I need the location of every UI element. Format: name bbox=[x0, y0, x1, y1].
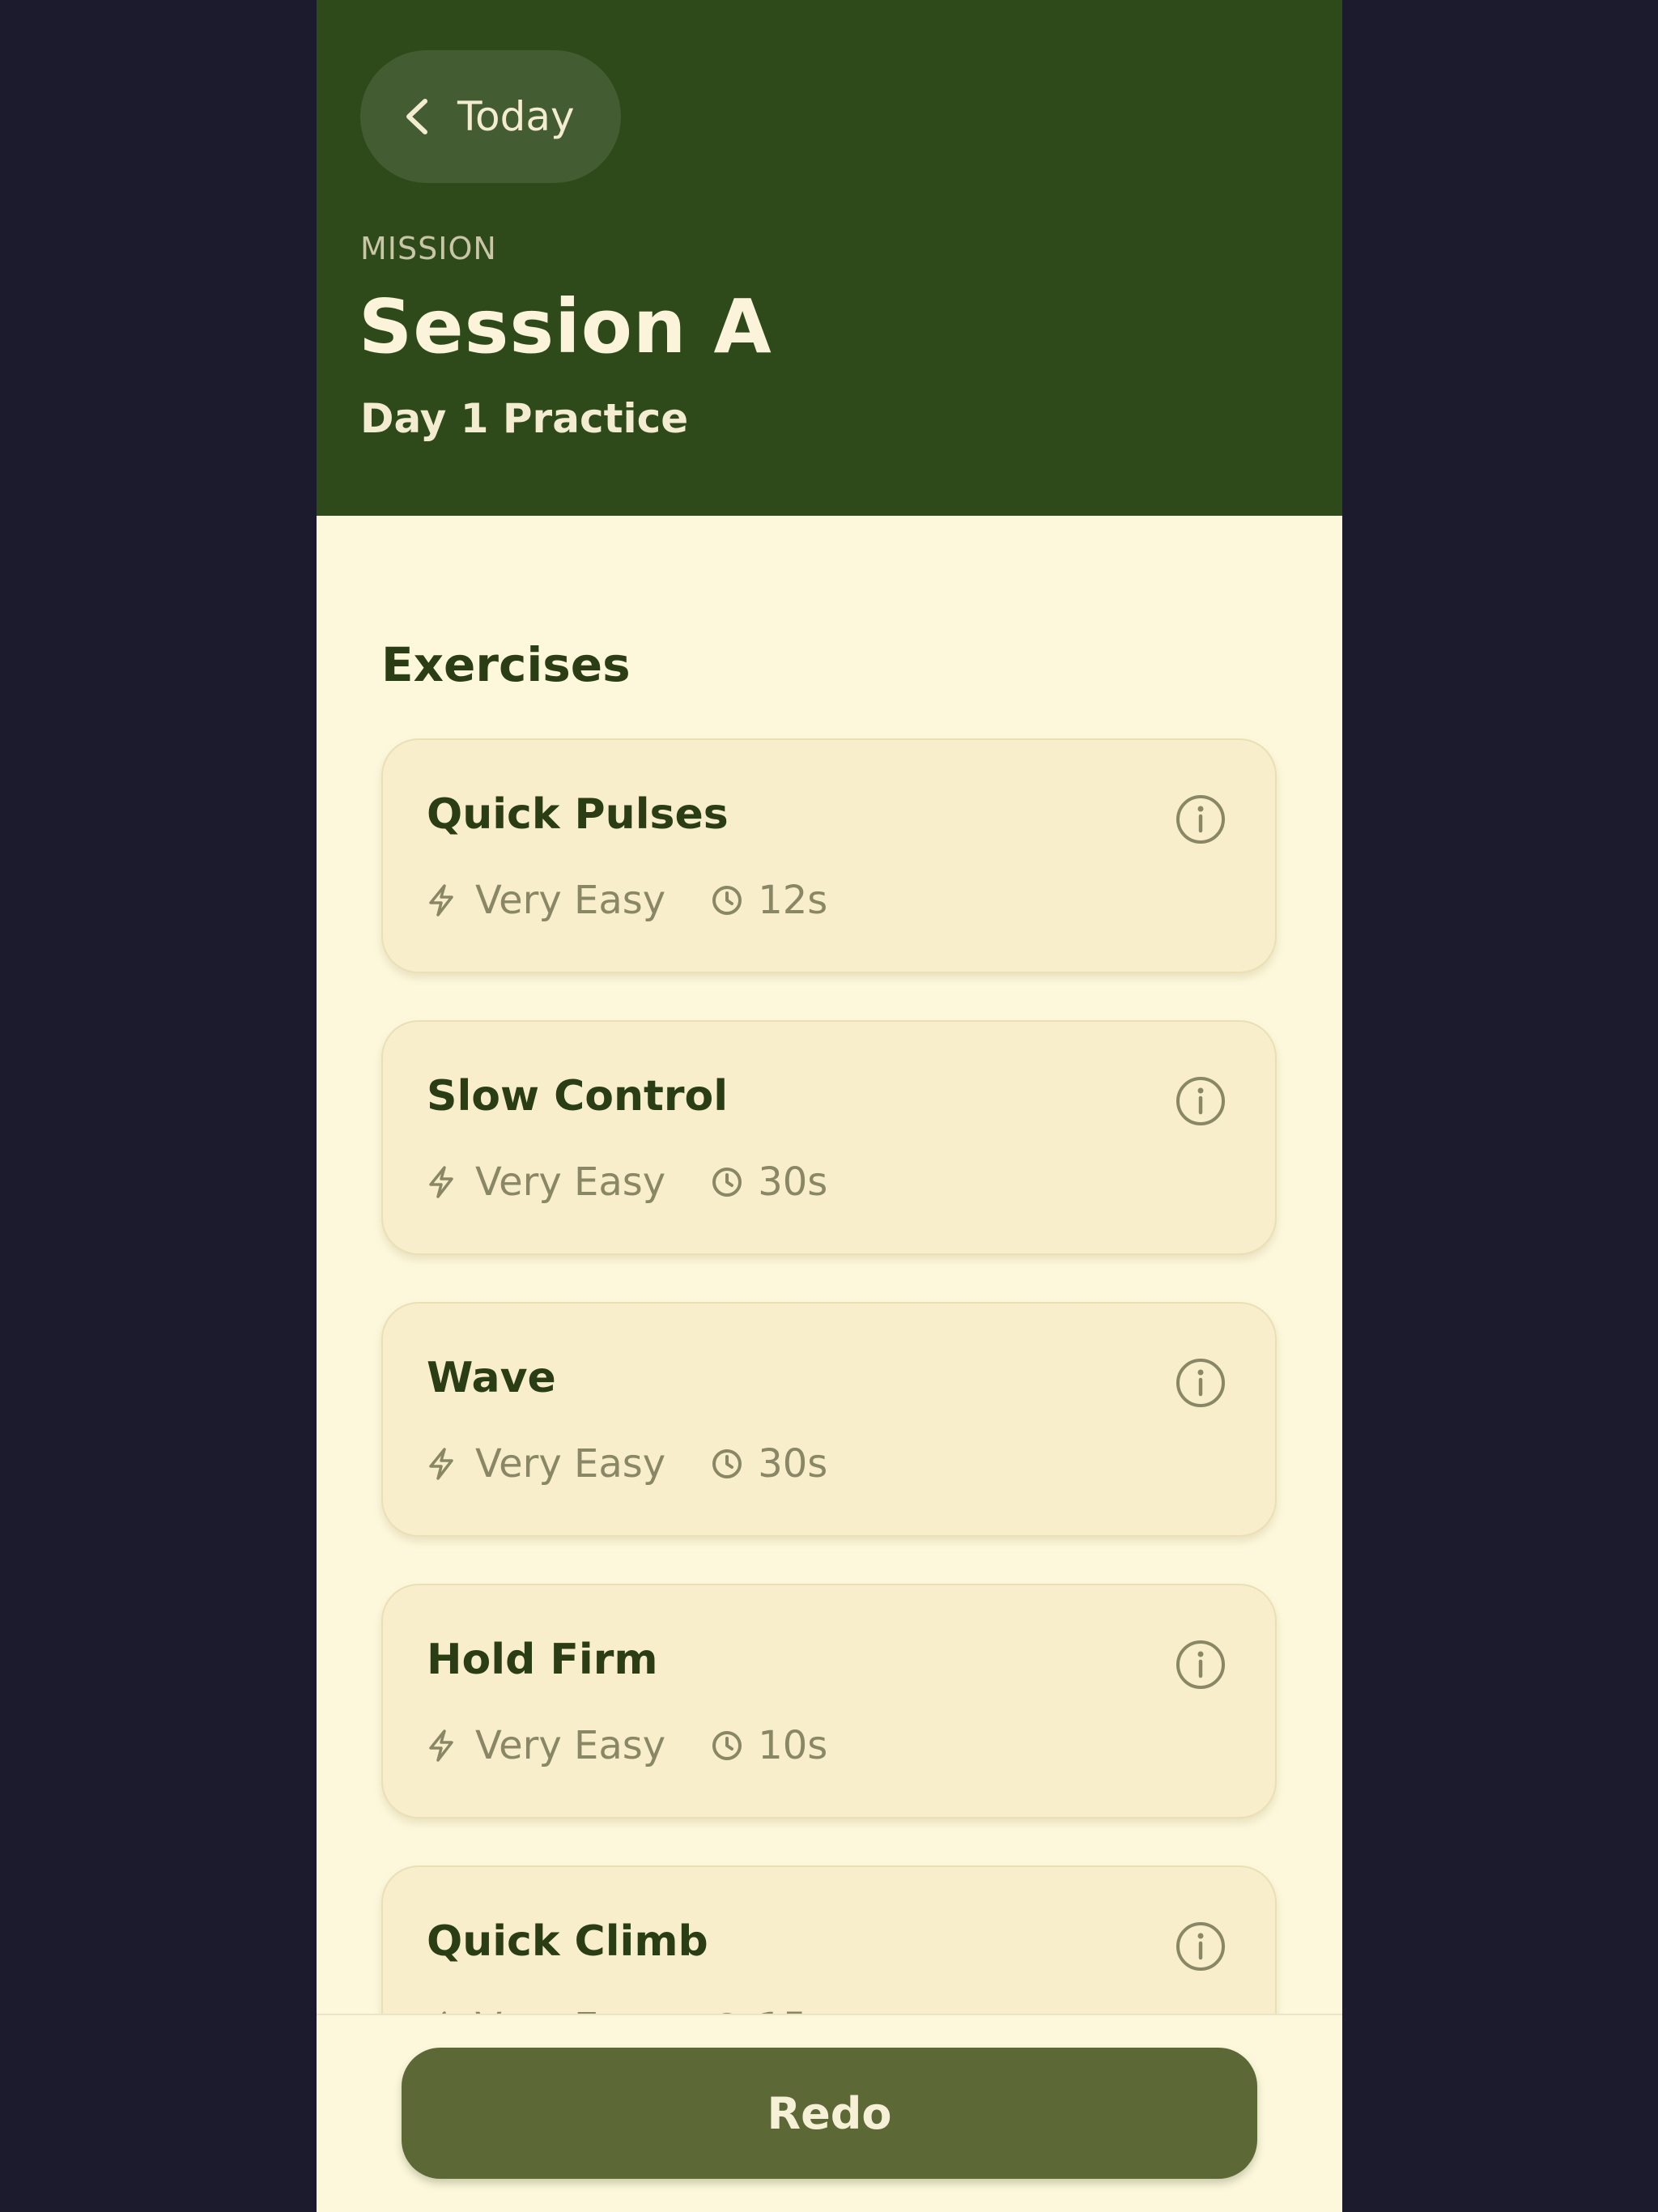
exercise-card[interactable]: Quick Pulses Very Easy 12s bbox=[381, 738, 1277, 973]
difficulty-label: Very Easy bbox=[475, 1723, 666, 1768]
exercise-card[interactable]: Hold Firm Very Easy 10s bbox=[381, 1584, 1277, 1819]
exercise-card[interactable]: Slow Control Very Easy 30s bbox=[381, 1020, 1277, 1255]
exercise-name: Slow Control bbox=[427, 1072, 729, 1121]
info-icon[interactable] bbox=[1175, 1921, 1226, 1972]
exercise-name: Quick Climb bbox=[427, 1917, 708, 1966]
exercise-meta: Very Easy 10s bbox=[427, 1721, 827, 1770]
section-title: Exercises bbox=[381, 637, 631, 692]
chevron-left-icon bbox=[406, 99, 427, 134]
exercise-meta: Very Easy 30s bbox=[427, 1440, 827, 1488]
back-button[interactable]: Today bbox=[360, 50, 621, 183]
info-icon[interactable] bbox=[1175, 1075, 1226, 1127]
duration-label: 15s bbox=[758, 2005, 827, 2014]
difficulty-label: Very Easy bbox=[475, 1441, 666, 1487]
lightning-icon bbox=[429, 1729, 453, 1762]
lightning-icon bbox=[429, 1166, 453, 1198]
back-button-label: Today bbox=[457, 93, 575, 140]
lightning-icon bbox=[429, 1448, 453, 1480]
exercise-name: Hold Firm bbox=[427, 1636, 658, 1684]
difficulty-label: Very Easy bbox=[475, 878, 666, 923]
duration-label: 30s bbox=[758, 1159, 828, 1205]
info-icon[interactable] bbox=[1175, 793, 1226, 845]
exercise-card[interactable]: Wave Very Easy 30s bbox=[381, 1302, 1277, 1537]
info-icon[interactable] bbox=[1175, 1357, 1226, 1409]
exercise-card[interactable]: Quick Climb Very Easy 15s bbox=[381, 1865, 1277, 2014]
duration-label: 10s bbox=[758, 1723, 828, 1768]
clock-icon bbox=[712, 1168, 742, 1197]
clock-icon bbox=[712, 886, 742, 915]
exercise-meta: Very Easy 30s bbox=[427, 1158, 827, 1206]
exercise-name: Quick Pulses bbox=[427, 790, 729, 839]
difficulty-label: Very Easy bbox=[475, 2005, 665, 2014]
mission-eyebrow: MISSION bbox=[360, 231, 497, 266]
info-icon[interactable] bbox=[1175, 1639, 1226, 1691]
app-screen: Today MISSION Session A Day 1 Practice E… bbox=[317, 0, 1342, 2212]
exercise-meta: Very Easy 12s bbox=[427, 876, 827, 925]
bottom-action-bar: Redo bbox=[317, 2014, 1342, 2212]
duration-label: 12s bbox=[758, 878, 828, 923]
difficulty-label: Very Easy bbox=[475, 1159, 666, 1205]
page-title: Session A bbox=[359, 283, 772, 370]
exercise-meta: Very Easy 15s bbox=[427, 2003, 827, 2014]
exercise-name: Wave bbox=[427, 1354, 556, 1402]
clock-icon bbox=[712, 1731, 742, 1760]
lightning-icon bbox=[429, 884, 453, 917]
clock-icon bbox=[712, 1449, 742, 1478]
redo-button[interactable]: Redo bbox=[402, 2048, 1257, 2179]
exercise-list-container[interactable]: Exercises Quick Pulses Very Easy 12s Slo… bbox=[317, 516, 1342, 2014]
duration-label: 30s bbox=[758, 1441, 828, 1487]
mission-header: Today MISSION Session A Day 1 Practice bbox=[317, 0, 1342, 516]
page-subtitle: Day 1 Practice bbox=[360, 395, 689, 442]
